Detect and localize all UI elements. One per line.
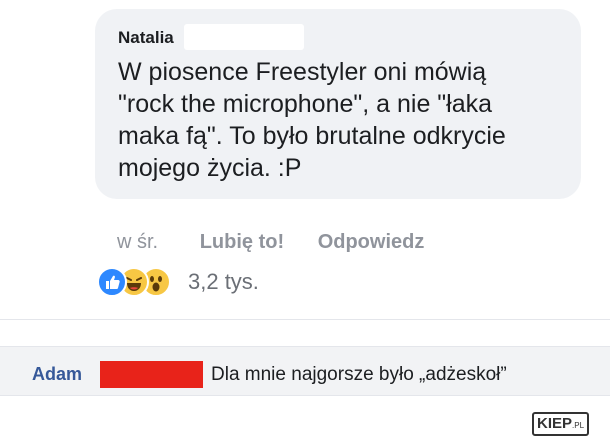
comment-text: W piosence Freestyler oni mówią "rock th…	[118, 56, 568, 184]
reply-author[interactable]: Adam	[32, 364, 82, 385]
comment-line: maka fą". To było brutalne odkrycie	[118, 122, 506, 150]
reaction-count[interactable]: 3,2 tys.	[188, 269, 259, 295]
watermark-brand: KIEP	[537, 415, 573, 432]
comment-timestamp[interactable]: w śr.	[117, 231, 158, 253]
site-watermark: KIEP.PL	[532, 412, 602, 436]
comment-line: "rock the microphone", a nie "łaka	[118, 90, 493, 118]
watermark-suffix: .PL	[572, 421, 585, 430]
reply-text: Dla mnie najgorsze było „adżeskoł”	[211, 364, 507, 385]
comment-line: W piosence Freestyler oni mówią	[118, 58, 487, 86]
comment-author[interactable]: Natalia	[118, 28, 174, 48]
comment-actions: w śr. Lubię to! Odpowiedz	[117, 231, 424, 254]
like-reaction-icon	[97, 267, 127, 297]
redacted-surname	[100, 361, 203, 388]
like-button[interactable]: Lubię to!	[200, 231, 284, 253]
watermark-logo: KIEP.PL	[532, 412, 590, 436]
redacted-surname	[184, 24, 304, 50]
comment-line: mojego życia. :P	[118, 154, 302, 182]
divider	[0, 319, 610, 320]
reply-button[interactable]: Odpowiedz	[318, 231, 425, 253]
reaction-summary[interactable]	[97, 267, 182, 297]
